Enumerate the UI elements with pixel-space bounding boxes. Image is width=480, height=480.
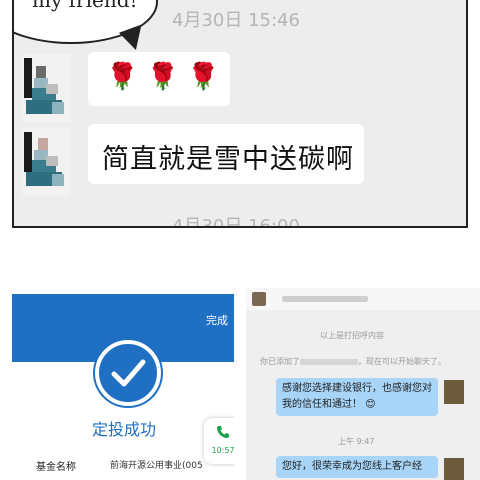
message-bubble[interactable]: 您好，很荣幸成为您线上客户经: [276, 456, 438, 478]
call-time: 10:57: [211, 446, 234, 455]
avatar[interactable]: [22, 54, 70, 122]
fund-success-screenshot: 完成 定投成功 基金名称 前海开源公用事业(005 10:57: [12, 288, 234, 480]
checkmark-icon: [111, 359, 146, 387]
chat-header: [246, 288, 480, 310]
redacted-name: [300, 358, 358, 365]
rose-emoji: 🌹 🌹 🌹: [106, 62, 220, 92]
message-bubble[interactable]: 🌹 🌹 🌹: [88, 52, 230, 106]
timestamp: 上午 9:47: [338, 437, 375, 446]
message-text: 您好，很荣幸成为您线上客户经: [282, 461, 422, 472]
timestamp: 4月30日 16:00: [172, 216, 300, 228]
message-text: 简直就是雪中送碳啊: [102, 144, 354, 175]
system-message: 以上是打招呼内容: [320, 331, 384, 340]
fund-name-label: 基金名称: [36, 462, 76, 473]
speech-bubble-text: my friend!: [32, 0, 138, 12]
done-button[interactable]: 完成: [206, 312, 228, 328]
avatar-pixel-image: [22, 54, 70, 122]
avatar-pixel-image: [22, 128, 70, 196]
avatar[interactable]: [252, 292, 266, 306]
check-circle-icon: [95, 340, 161, 406]
message-bubble[interactable]: 简直就是雪中送碳啊: [88, 124, 364, 184]
fund-name-value: 前海开源公用事业(005: [110, 461, 203, 471]
message-bubble[interactable]: 感谢您选择建设银行，也感谢您对我的信任和通过！ 😊: [276, 378, 438, 416]
system-message-prefix: 你已添加了: [260, 357, 300, 366]
chat-panel-top: my friend! 4月30日 15:46 🌹 🌹 🌹 简直就是雪中送碳啊 4…: [12, 0, 468, 228]
phone-icon: [217, 426, 229, 438]
avatar[interactable]: [444, 458, 464, 480]
avatar[interactable]: [22, 128, 70, 196]
avatar[interactable]: [444, 380, 464, 404]
redacted-name: [282, 296, 368, 302]
system-message-suffix: ，现在可以开始聊天了。: [358, 357, 446, 366]
success-title: 定投成功: [92, 420, 157, 439]
bank-chat-screenshot: 以上是打招呼内容 你已添加了 ，现在可以开始聊天了。 感谢您选择建设银行，也感谢您…: [246, 288, 480, 480]
message-text: 感谢您选择建设银行，也感谢您对我的信任和通过！: [282, 383, 432, 410]
smile-emoji: 😊: [365, 399, 376, 410]
call-floating-chip[interactable]: 10:57: [204, 418, 234, 464]
system-message: 你已添加了 ，现在可以开始聊天了。: [260, 356, 446, 367]
timestamp: 4月30日 15:46: [172, 10, 300, 31]
